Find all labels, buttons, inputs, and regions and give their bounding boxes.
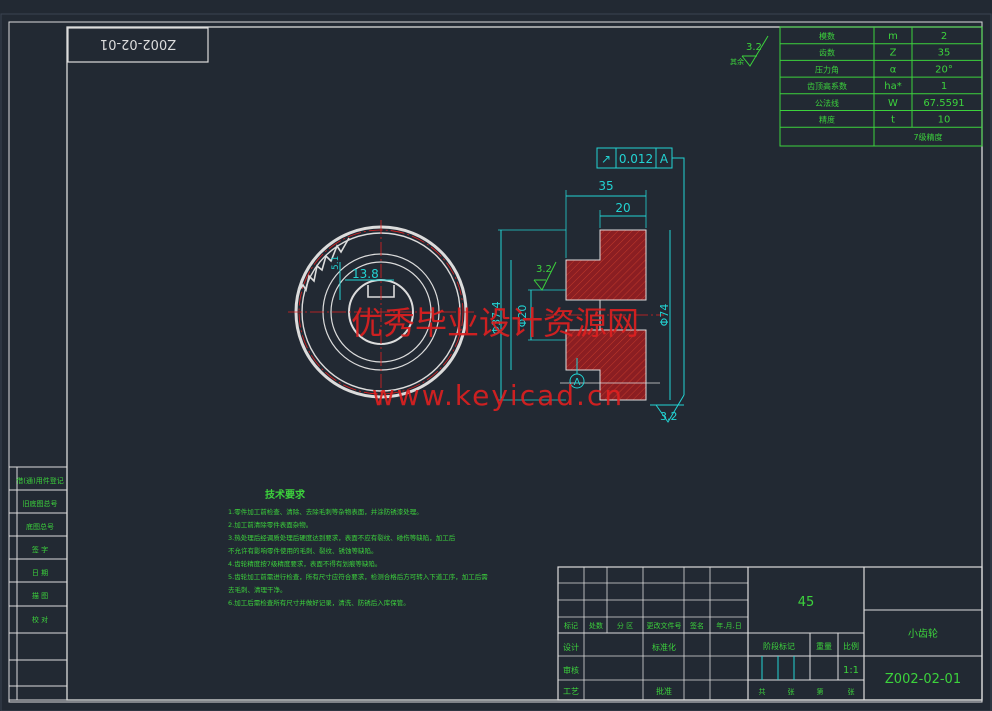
watermark-line1: 优秀毕业设计资源网 [351,304,639,342]
param-symbol: t [891,115,895,126]
title-header-cell: 分 区 [617,621,633,630]
param-name: 模数 [819,31,835,41]
bottom-roughness-label: 3.2 [660,410,678,423]
param-value: 20° [935,64,953,75]
title-header-cell: 签名 [690,621,704,630]
param-symbol: α [890,64,897,75]
left-strip-item: 借(通)用件登记 [16,476,63,485]
runout-symbol-icon: ↗ [601,152,611,166]
scale-value: 1:1 [843,665,859,676]
param-value: 67.5591 [923,98,964,109]
svg-text:3.2: 3.2 [536,264,552,275]
tech-req-item: 去毛刺、清理干净。 [228,585,287,594]
keyway-depth-label: 5.1 [331,256,341,270]
tech-req-title: 技术要求 [265,488,306,501]
outer-dia-dim: Φ74 [658,304,671,327]
tech-req-item: 2.加工前清除零件表面杂物。 [228,520,312,529]
approve-label: 批准 [656,686,672,696]
title-header-cell: 处数 [589,621,603,630]
tech-req-item: 1.零件加工前检查、清除、去除毛刺等杂物表面，并涂防锈漆处理。 [228,507,423,516]
param-footer: 7级精度 [913,132,942,142]
weight-label: 重量 [816,641,832,651]
sheet-cell: 共 [759,687,766,696]
hub-width-dim: 20 [615,201,630,215]
drawing-background [0,0,992,711]
sheet-cell: 第 [817,687,824,696]
standardize-label: 标准化 [652,642,676,652]
left-strip-item: 旧底图总号 [23,499,58,508]
part-name-label: 小齿轮 [908,627,938,640]
sheet-cell: 张 [848,687,855,696]
left-strip-item: 签 字 [32,545,48,554]
tech-req-item: 6.加工后需检查所有尺寸并做好记录，清洗、防锈后入库保管。 [228,598,410,607]
param-value: 35 [938,48,951,59]
design-label: 设计 [563,642,579,652]
keyway-width-label: 13.8 [352,267,379,281]
param-symbol: ha* [884,81,901,92]
tech-req-item: 3.热处理后经调质处理后硬度达到要求，表面不应有裂纹、碰伤等缺陷，加工后 [228,533,456,542]
tolerance-datum: A [660,152,669,166]
svg-text:3.2: 3.2 [746,42,762,53]
param-symbol: W [888,98,898,109]
stage-mark-label: 阶段标记 [763,641,795,651]
left-strip-item: 日 期 [32,569,48,577]
tech-req-item: 不允许有影响零件使用的毛刺、裂纹、锈蚀等缺陷。 [228,546,378,555]
param-value: 10 [938,115,951,126]
drawing-code-label: Z002-02-01 [885,672,961,687]
svg-text:其余: 其余 [730,57,744,66]
param-name: 精度 [819,115,835,125]
top-code-text: Z002-02-01 [100,36,176,51]
scale-label: 比例 [843,641,859,651]
title-header-cell: 更改文件号 [647,621,682,630]
tech-req-item: 5.齿轮加工前需进行检查，所有尺寸应符合要求，检测合格后方可转入下道工序，加工后… [228,572,488,581]
param-name: 齿数 [819,48,835,58]
title-header-cell: 年.月.日 [716,621,741,630]
overall-width-dim: 35 [598,179,613,193]
left-strip-item: 校 对 [32,615,48,624]
tech-req-item: 4.齿轮精度按7级精度要求，表面不得有划痕等缺陷。 [228,559,381,568]
watermark-line2: www.keyicad.cn [372,379,624,412]
tolerance-value: 0.012 [619,152,653,166]
param-name: 压力角 [815,64,839,74]
sheet-cell: 张 [788,687,795,696]
review-label: 审核 [563,665,579,675]
left-strip-item: 底图总号 [26,522,54,531]
param-symbol: m [888,31,898,42]
cad-drawing-canvas[interactable]: Z002-02-01 3.2 其余 模数 m 2 齿数 Z 35 压力角 α 20° 齿顶高系数 h… [0,0,992,711]
param-name: 公法线 [815,98,839,108]
param-symbol: Z [890,48,897,59]
material-label: 45 [798,595,815,610]
param-value: 1 [941,81,947,92]
title-header-cell: 标记 [564,621,578,630]
param-value: 2 [941,31,947,42]
process-label: 工艺 [563,687,579,696]
left-strip-item: 描 图 [32,591,48,600]
param-name: 齿顶高系数 [807,81,847,91]
